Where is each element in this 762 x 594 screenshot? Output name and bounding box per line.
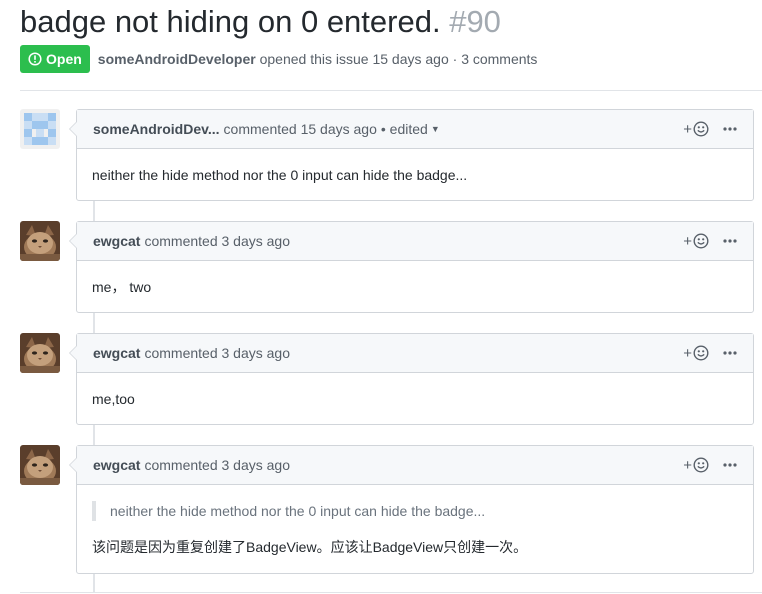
avatar[interactable] bbox=[20, 221, 60, 261]
plus-icon: + bbox=[683, 344, 692, 362]
comment-header: ewgcat commented 3 days ago + bbox=[77, 446, 753, 485]
comment: ewgcat commented 3 days ago + me,too bbox=[69, 333, 754, 425]
timeline-line bbox=[93, 425, 95, 445]
add-reaction-button[interactable]: + bbox=[683, 233, 709, 250]
kebab-horizontal-icon bbox=[723, 351, 737, 355]
smiley-icon bbox=[693, 121, 709, 137]
comment-author-link[interactable]: someAndroidDev... bbox=[93, 121, 220, 137]
smiley-icon bbox=[693, 345, 709, 361]
issue-title: badge not hiding on 0 entered. #90 bbox=[20, 2, 501, 42]
comment-header: ewgcat commented 3 days ago + bbox=[77, 334, 753, 373]
comment: ewgcat commented 3 days ago + neither th… bbox=[69, 445, 754, 574]
comment-body: neither the hide method nor the 0 input … bbox=[92, 167, 468, 183]
comment-author-link[interactable]: ewgcat bbox=[93, 345, 140, 361]
status-badge-label: Open bbox=[46, 51, 82, 67]
issue-author-link[interactable]: someAndroidDeveloper bbox=[98, 51, 256, 67]
smiley-icon bbox=[693, 457, 709, 473]
comment: someAndroidDev... commented 15 days ago … bbox=[69, 109, 754, 201]
timeline-line bbox=[93, 201, 95, 221]
divider bbox=[20, 592, 762, 593]
comment-timestamp[interactable]: commented 3 days ago bbox=[144, 457, 290, 473]
issue-number: #90 bbox=[449, 4, 501, 39]
comment-actions: + bbox=[683, 334, 737, 372]
divider bbox=[20, 90, 762, 91]
comment-timestamp[interactable]: commented 3 days ago bbox=[144, 233, 290, 249]
comment: ewgcat commented 3 days ago + me， two bbox=[69, 221, 754, 313]
more-options-button[interactable] bbox=[723, 463, 737, 467]
comment-timestamp[interactable]: commented 15 days ago bbox=[224, 121, 377, 137]
kebab-horizontal-icon bbox=[723, 463, 737, 467]
avatar[interactable] bbox=[20, 109, 60, 149]
avatar[interactable] bbox=[20, 445, 60, 485]
status-badge: Open bbox=[20, 45, 90, 73]
avatar[interactable] bbox=[20, 333, 60, 373]
identicon-avatar bbox=[20, 109, 60, 149]
comment-author-link[interactable]: ewgcat bbox=[93, 457, 140, 473]
triangle-down-icon: ▼ bbox=[430, 124, 440, 134]
add-reaction-button[interactable]: + bbox=[683, 121, 709, 138]
issue-meta-text: someAndroidDeveloper opened this issue 1… bbox=[98, 51, 538, 67]
edited-label: • edited bbox=[380, 121, 428, 137]
more-options-button[interactable] bbox=[723, 127, 737, 131]
comment-body: neither the hide method nor the 0 input … bbox=[77, 485, 753, 573]
comment-header: ewgcat commented 3 days ago + bbox=[77, 222, 753, 261]
more-options-button[interactable] bbox=[723, 351, 737, 355]
comment-actions: + bbox=[683, 222, 737, 260]
more-options-button[interactable] bbox=[723, 239, 737, 243]
issue-title-text: badge not hiding on 0 entered. bbox=[20, 4, 441, 39]
timeline-line bbox=[93, 574, 95, 592]
issue-meta-detail: opened this issue 15 days ago · 3 commen… bbox=[259, 51, 538, 67]
cat-avatar bbox=[20, 221, 60, 261]
comment-author-link[interactable]: ewgcat bbox=[93, 233, 140, 249]
issue-meta: Open someAndroidDeveloper opened this is… bbox=[20, 45, 537, 73]
add-reaction-button[interactable]: + bbox=[683, 457, 709, 474]
comment-body: me,too bbox=[92, 391, 135, 407]
cat-avatar bbox=[20, 333, 60, 373]
comment-text: 该问题是因为重复创建了BadgeView。应该让BadgeView只创建一次。 bbox=[92, 539, 528, 555]
kebab-horizontal-icon bbox=[723, 127, 737, 131]
plus-icon: + bbox=[683, 456, 692, 474]
edited-dropdown[interactable]: • edited ▼ bbox=[381, 121, 440, 137]
timeline-line bbox=[93, 313, 95, 333]
plus-icon: + bbox=[683, 232, 692, 250]
plus-icon: + bbox=[683, 120, 692, 138]
comment-header: someAndroidDev... commented 15 days ago … bbox=[77, 110, 753, 149]
comment-actions: + bbox=[683, 446, 737, 484]
comment-body: me， two bbox=[92, 279, 152, 295]
blockquote: neither the hide method nor the 0 input … bbox=[92, 501, 738, 521]
smiley-icon bbox=[693, 233, 709, 249]
cat-avatar bbox=[20, 445, 60, 485]
comment-actions: + bbox=[683, 110, 737, 148]
comment-timestamp[interactable]: commented 3 days ago bbox=[144, 345, 290, 361]
kebab-horizontal-icon bbox=[723, 239, 737, 243]
issue-opened-icon bbox=[28, 52, 42, 66]
add-reaction-button[interactable]: + bbox=[683, 345, 709, 362]
